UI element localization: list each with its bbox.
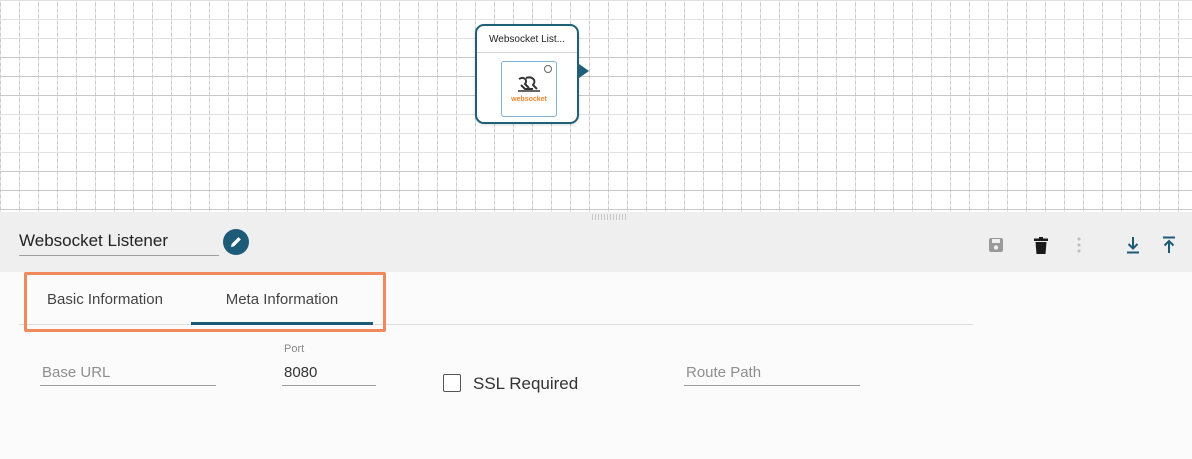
panel-resize-handle[interactable] [592, 214, 628, 220]
upload-icon [1163, 236, 1175, 253]
download-button[interactable] [1122, 234, 1144, 256]
route-path-input[interactable]: Route Path [684, 360, 860, 386]
ssl-required-label: SSL Required [473, 374, 579, 393]
node-output-port[interactable] [579, 64, 589, 78]
pipeline-canvas[interactable] [0, 0, 1192, 212]
delete-button[interactable] [1030, 234, 1052, 256]
port-value: 8080 [284, 364, 318, 381]
websocket-icon [518, 76, 540, 92]
pencil-icon [231, 237, 241, 247]
node-divider [477, 52, 577, 53]
ssl-required-checkbox[interactable] [443, 374, 461, 392]
port-input[interactable]: 8080 [282, 360, 376, 386]
node-icon-box: websocket [501, 61, 557, 117]
active-tab-indicator [191, 322, 373, 325]
node-status-icon [544, 65, 552, 73]
base-url-placeholder: Base URL [42, 364, 111, 381]
vertical-dots-icon [1077, 237, 1081, 253]
component-name-field[interactable]: Websocket Listener [19, 230, 219, 256]
save-button[interactable] [985, 234, 1007, 256]
route-path-placeholder: Route Path [686, 364, 762, 381]
trash-icon [1034, 236, 1048, 254]
component-name: Websocket Listener [19, 231, 168, 250]
edit-name-button[interactable] [223, 229, 249, 255]
base-url-input[interactable]: Base URL [40, 360, 216, 386]
upload-button[interactable] [1158, 234, 1180, 256]
properties-panel: Websocket Listener Basic Information Met… [0, 212, 1192, 459]
tab-bar: Basic Information Meta Information [19, 277, 973, 325]
tab-basic-information[interactable]: Basic Information [19, 277, 191, 325]
save-icon [989, 238, 1003, 252]
panel-header: Websocket Listener [0, 212, 1192, 272]
tab-meta-information[interactable]: Meta Information [191, 277, 373, 325]
websocket-logo-text: websocket [511, 95, 547, 103]
node-title: Websocket List... [489, 34, 565, 45]
websocket-listener-node[interactable]: Websocket List... websocket [475, 24, 579, 124]
port-label: Port [284, 343, 305, 355]
download-icon [1127, 237, 1139, 254]
more-options-button[interactable] [1068, 234, 1090, 256]
